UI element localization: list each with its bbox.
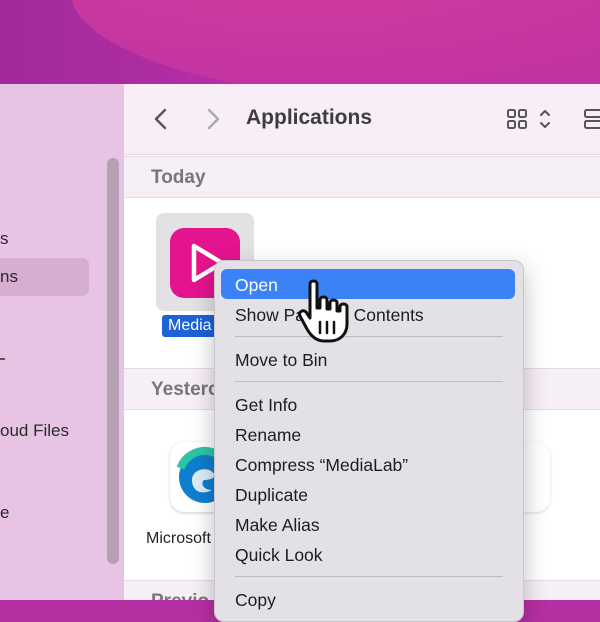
chevron-right-icon [207, 108, 220, 130]
sidebar: s ns oud Files e [0, 84, 125, 600]
menu-item-duplicate[interactable]: Duplicate [235, 481, 308, 509]
menu-item-rename[interactable]: Rename [235, 421, 301, 449]
section-header-today: Today [124, 156, 600, 198]
sidebar-item[interactable]: s [0, 227, 9, 251]
menu-item-quick-look[interactable]: Quick Look [235, 541, 323, 569]
context-menu: Open Show Pa e Contents Move to Bin Get I… [214, 260, 524, 622]
menu-item-copy[interactable]: Copy [235, 586, 276, 614]
group-icon [584, 109, 600, 129]
menu-separator [235, 576, 503, 577]
sidebar-item-icloud-files[interactable]: oud Files [0, 419, 69, 443]
menu-item-move-to-bin[interactable]: Move to Bin [235, 346, 327, 374]
menu-item-compress[interactable]: Compress “MediaLab” [235, 451, 408, 479]
grid-view-icon [507, 109, 550, 129]
view-mode-button[interactable] [506, 106, 556, 132]
menu-separator [235, 381, 503, 382]
sidebar-item-applications[interactable]: ns [0, 265, 18, 289]
menu-item-open[interactable]: Open [235, 271, 278, 299]
sidebar-item[interactable]: e [0, 501, 9, 525]
menu-item-get-info[interactable]: Get Info [235, 391, 297, 419]
toolbar: Applications [124, 84, 600, 155]
sidebar-fragment-icon [0, 357, 5, 360]
chevron-left-icon [154, 108, 167, 130]
desktop-wallpaper [0, 0, 600, 90]
window-title: Applications [246, 106, 373, 129]
menu-item-show-package-prefix: Show Pa [235, 305, 306, 325]
hand-pointer-cursor-icon [298, 279, 349, 343]
medialab-app-label[interactable]: Media [162, 315, 218, 337]
sidebar-item-hidden[interactable] [0, 346, 5, 370]
group-button[interactable] [582, 106, 600, 132]
menu-separator [235, 336, 503, 337]
sidebar-scrollbar[interactable] [107, 158, 119, 564]
wallpaper-wave [70, 0, 600, 90]
forward-button[interactable] [199, 106, 225, 132]
back-button[interactable] [149, 106, 175, 132]
menu-item-make-alias[interactable]: Make Alias [235, 511, 320, 539]
microsoft-app-label[interactable]: Microsoft [146, 530, 211, 548]
